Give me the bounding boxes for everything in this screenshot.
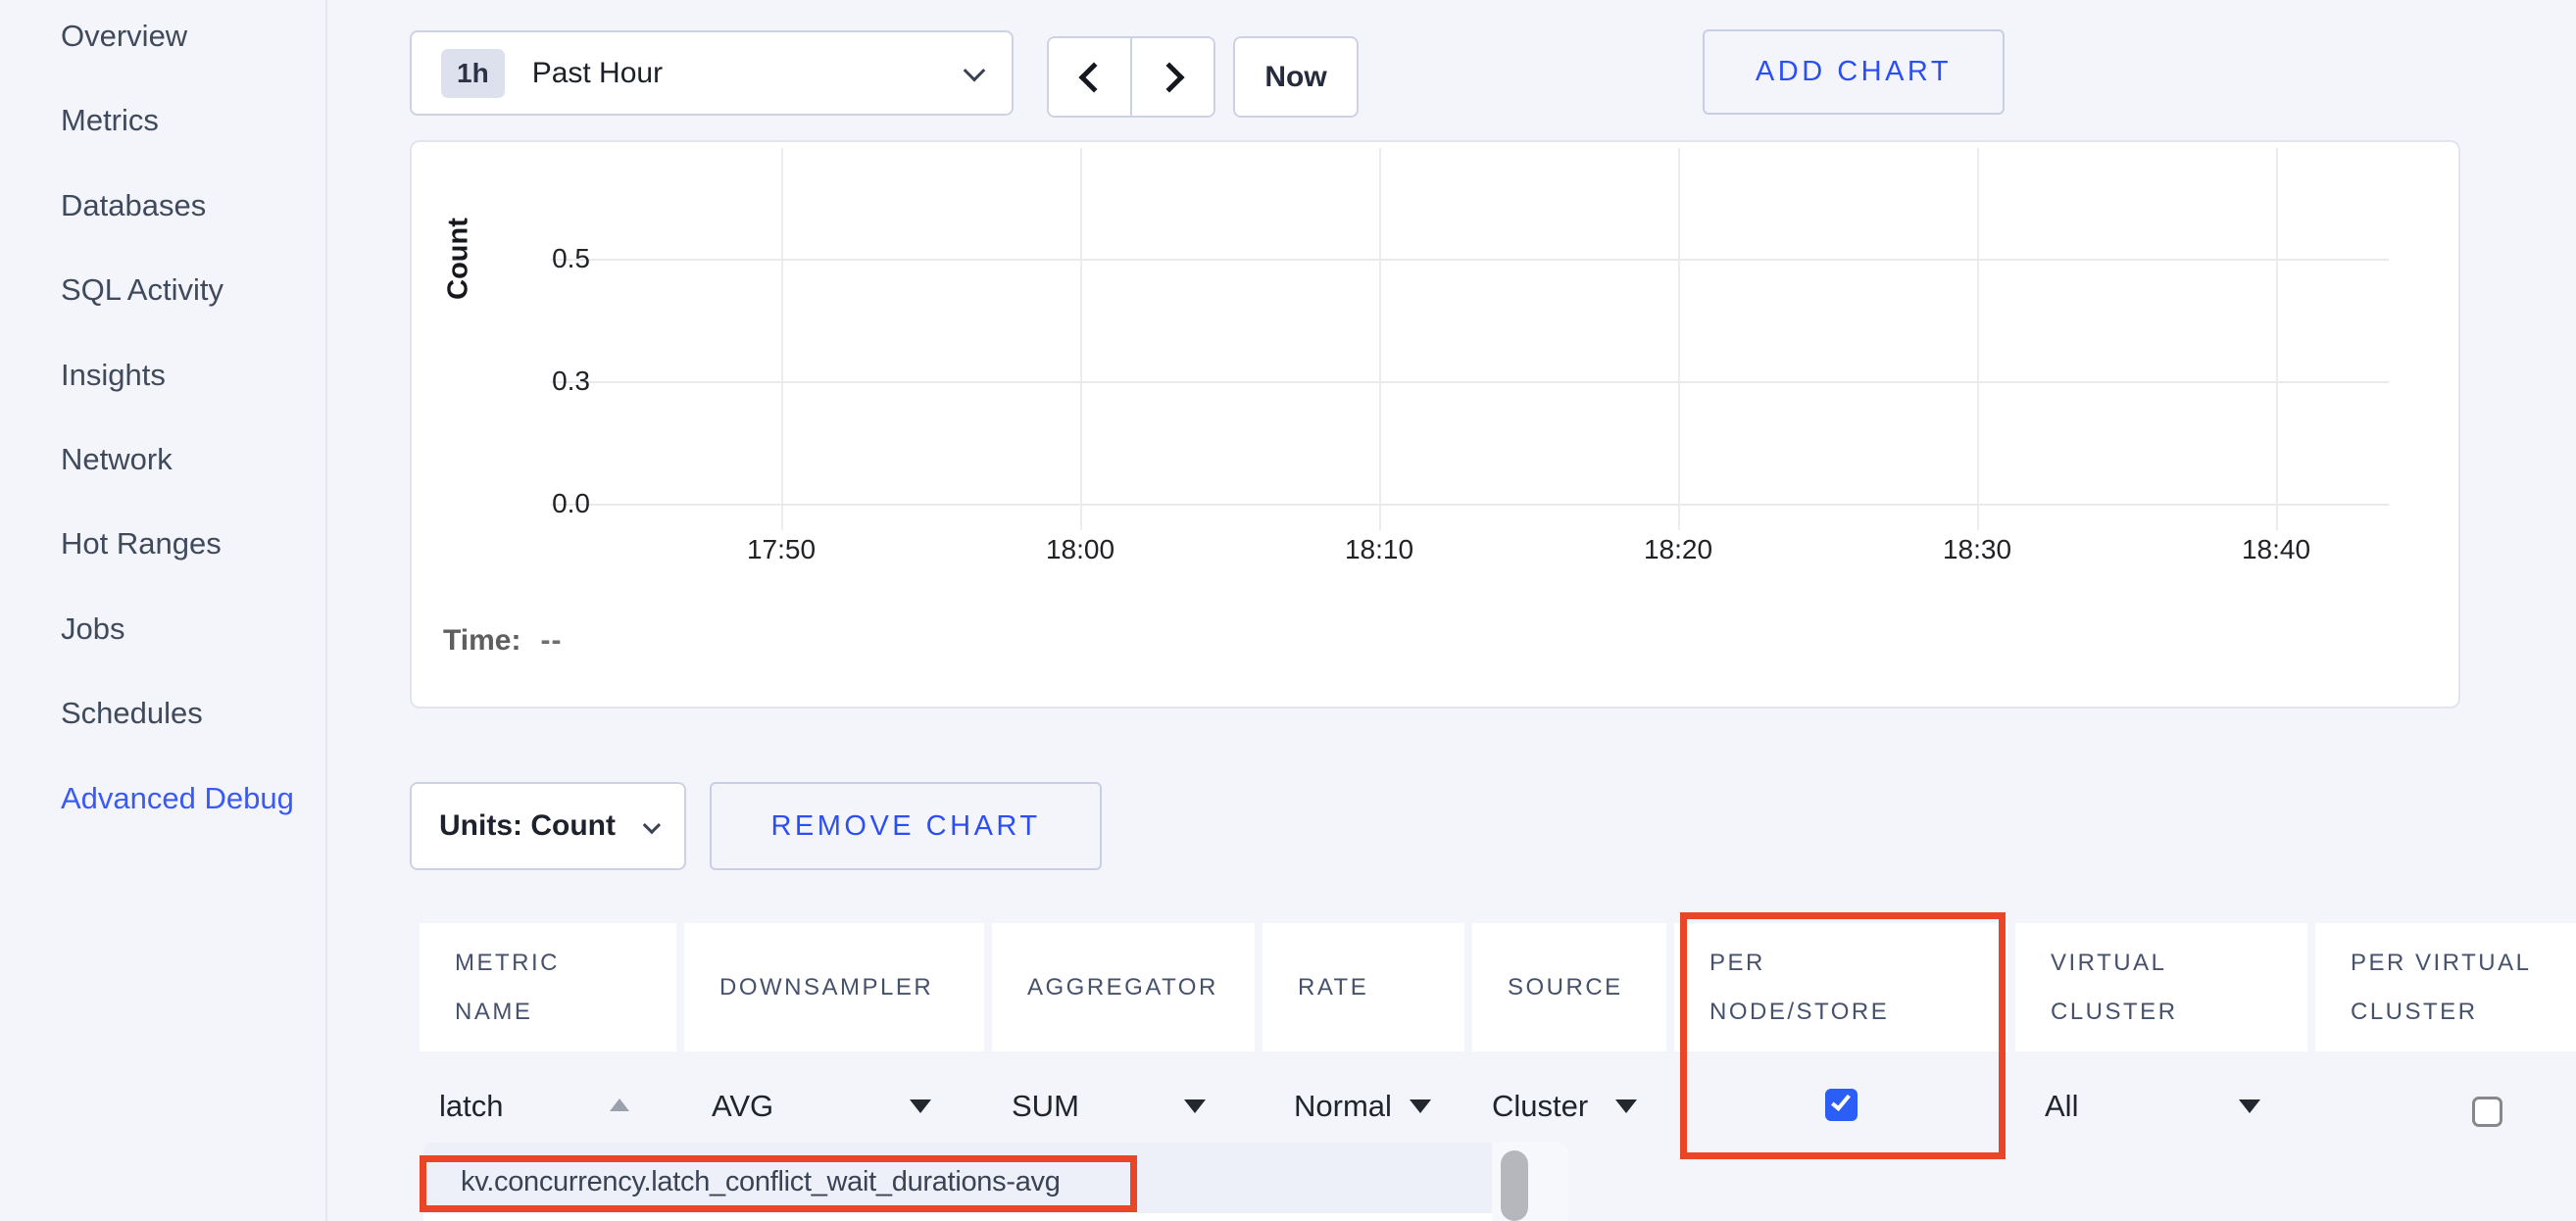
rate-caret-icon[interactable]	[1410, 1099, 1431, 1113]
add-chart-button[interactable]: ADD CHART	[1703, 29, 2005, 115]
units-dropdown[interactable]: Units: Count	[410, 782, 686, 870]
prev-time-window-button[interactable]	[1049, 38, 1130, 116]
column-header-aggregator: AGGREGATOR	[992, 923, 1255, 1051]
now-button[interactable]: Now	[1233, 36, 1359, 118]
per-node-store-checkbox[interactable]	[1825, 1089, 1858, 1121]
chevron-down-icon	[964, 59, 986, 81]
source-caret-icon[interactable]	[1615, 1099, 1637, 1113]
x-tick-label: 18:40	[2207, 534, 2345, 565]
column-header-source: SOURCE	[1472, 923, 1666, 1051]
dropdown-scrollbar-thumb[interactable]	[1501, 1150, 1528, 1221]
virtual-cluster-caret-icon[interactable]	[2239, 1099, 2260, 1113]
sidebar-item-schedules[interactable]: Schedules	[61, 692, 203, 735]
header-line: CLUSTER	[2051, 988, 2307, 1037]
column-header-rate: RATE	[1263, 923, 1464, 1051]
aggregator-select[interactable]: SUM	[1012, 1086, 1079, 1127]
time-range-picker[interactable]: 1h Past Hour	[410, 30, 1014, 116]
hover-time-value: --	[540, 624, 562, 658]
x-tick-label: 17:50	[713, 534, 850, 565]
aggregator-caret-icon[interactable]	[1184, 1099, 1206, 1113]
header-line: DOWNSAMPLER	[719, 963, 984, 1012]
y-tick-label: 0.5	[471, 239, 590, 278]
virtual-cluster-select[interactable]: All	[2045, 1086, 2078, 1127]
downsampler-caret-icon[interactable]	[910, 1099, 931, 1113]
column-header-metric-name: METRIC NAME	[420, 923, 676, 1051]
metric-suggestion-item[interactable]: kv.concurrency.latch_conflict_wait_durat…	[461, 1166, 1061, 1198]
x-tick-label: 18:30	[1908, 534, 2046, 565]
header-line: AGGREGATOR	[1027, 963, 1255, 1012]
next-suggestion-partial[interactable]	[423, 1213, 1492, 1221]
time-range-badge: 1h	[441, 49, 505, 98]
y-tick-label: 0.3	[471, 362, 590, 401]
column-header-per-virtual-cluster: PER VIRTUAL CLUSTER	[2315, 923, 2576, 1051]
rate-select[interactable]: Normal	[1294, 1086, 1392, 1127]
header-line: SOURCE	[1508, 963, 1666, 1012]
header-line: VIRTUAL	[2051, 939, 2307, 988]
sidebar-item-network[interactable]: Network	[61, 438, 173, 481]
sidebar-item-hot-ranges[interactable]: Hot Ranges	[61, 522, 222, 565]
time-window-nav	[1047, 36, 1215, 118]
chevron-left-icon	[1078, 62, 1109, 92]
sidebar-item-jobs[interactable]: Jobs	[61, 608, 124, 651]
header-line: PER	[1709, 939, 2007, 988]
remove-chart-button[interactable]: REMOVE CHART	[710, 782, 1102, 870]
column-header-virtual-cluster: VIRTUAL CLUSTER	[2015, 923, 2307, 1051]
chevron-right-icon	[1154, 62, 1184, 92]
source-select[interactable]: Cluster	[1492, 1086, 1588, 1127]
x-tick-label: 18:20	[1610, 534, 1747, 565]
next-time-window-button[interactable]	[1130, 38, 1214, 116]
sidebar: Overview Metrics Databases SQL Activity …	[0, 0, 327, 1221]
x-tick-label: 18:10	[1311, 534, 1448, 565]
chart-plot-area[interactable]	[551, 148, 2389, 530]
metric-suggestion-dropdown: kv.concurrency.latch_conflict_wait_durat…	[423, 1143, 1568, 1221]
x-tick-label: 18:00	[1012, 534, 1149, 565]
sidebar-item-databases[interactable]: Databases	[61, 184, 206, 227]
sidebar-item-sql-activity[interactable]: SQL Activity	[61, 269, 223, 312]
sidebar-item-insights[interactable]: Insights	[61, 354, 166, 397]
metric-name-caret-up-icon[interactable]	[610, 1099, 629, 1111]
header-line: CLUSTER	[2351, 988, 2576, 1037]
units-dropdown-label: Units: Count	[439, 809, 616, 843]
sidebar-item-overview[interactable]: Overview	[61, 15, 187, 58]
per-virtual-cluster-checkbox[interactable]	[2472, 1097, 2502, 1127]
sidebar-item-advanced-debug[interactable]: Advanced Debug	[61, 777, 294, 820]
y-tick-label: 0.0	[471, 484, 590, 523]
header-line: NODE/STORE	[1709, 988, 2007, 1037]
header-line: RATE	[1298, 963, 1464, 1012]
header-line: METRIC	[455, 939, 676, 988]
header-line: PER VIRTUAL	[2351, 939, 2576, 988]
sidebar-item-metrics[interactable]: Metrics	[61, 99, 159, 142]
hover-time-label: Time:	[443, 624, 520, 658]
hover-time-readout: Time: --	[443, 624, 562, 658]
header-line: NAME	[455, 988, 676, 1037]
column-header-downsampler: DOWNSAMPLER	[684, 923, 984, 1051]
checkmark-icon	[1831, 1091, 1851, 1111]
time-range-label: Past Hour	[532, 57, 663, 90]
downsampler-select[interactable]: AVG	[712, 1086, 773, 1127]
chart-card: Count 0.5 0.3 0.0 17:50 18:00 18:10 18:2…	[410, 140, 2460, 708]
chevron-down-icon	[643, 815, 661, 833]
metric-name-input[interactable]: latch	[439, 1086, 503, 1127]
column-header-per-node-store: PER NODE/STORE	[1674, 923, 2007, 1051]
